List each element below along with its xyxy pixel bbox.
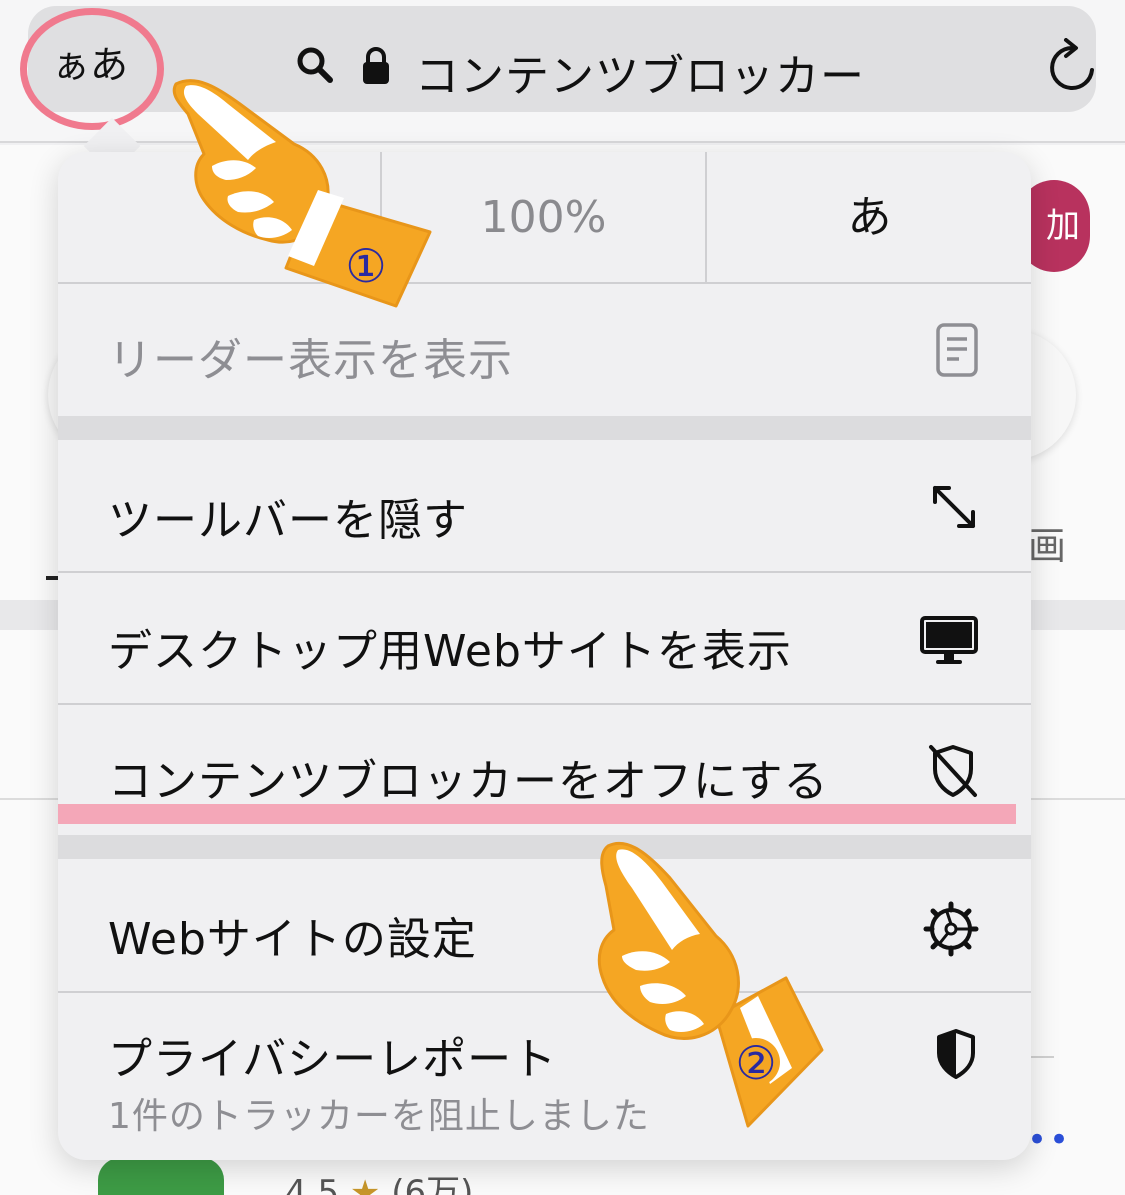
menu-item-privacy-report[interactable]: プライバシーレポート 1件のトラッカーを阻止しました	[58, 993, 1031, 1160]
star-icon: ★	[349, 1173, 381, 1195]
page-side-text: 画	[1028, 524, 1067, 568]
avatar-text: 加彦	[1046, 206, 1080, 246]
highlight-underline	[58, 804, 1016, 824]
step-1-label: ①	[345, 239, 386, 293]
menu-item-hide-toolbar[interactable]: ツールバーを隠す	[58, 440, 1031, 570]
shield-slash-icon	[927, 743, 979, 803]
address-title: コンテンツブロッカー	[415, 51, 865, 102]
app-rating: 4.5 ★ (6万)	[285, 1165, 473, 1195]
menu-group-gap	[58, 416, 1031, 440]
document-icon	[935, 322, 979, 382]
gear-icon	[923, 901, 979, 961]
menu-item-label: ツールバーを隠す	[108, 495, 468, 546]
app-icon	[98, 1158, 224, 1195]
page-rule	[1030, 1056, 1054, 1058]
menu-item-label: デスクトップ用Webサイトを表示	[108, 626, 792, 677]
pointing-hand-icon: ①	[168, 70, 438, 314]
menu-item-label: リーダー表示を表示	[108, 335, 513, 386]
rating-count: (6万)	[391, 1173, 474, 1195]
highlight-circle	[20, 8, 164, 130]
step-2-label: ②	[735, 1036, 776, 1090]
menu-item-label: プライバシーレポート	[108, 1034, 558, 1085]
menu-item-label: Webサイトの設定	[108, 914, 477, 965]
desktop-icon	[919, 615, 979, 671]
more-dots-icon[interactable]: ••	[1027, 1120, 1071, 1160]
menu-item-desktop-site[interactable]: デスクトップ用Webサイトを表示	[58, 573, 1031, 703]
font-larger-button[interactable]: あ	[707, 152, 1031, 284]
menu-group-gap	[58, 835, 1031, 859]
menu-item-sublabel: 1件のトラッカーを阻止しました	[108, 1096, 650, 1137]
menu-item-label: コンテンツブロッカーをオフにする	[108, 756, 829, 807]
expand-arrows-icon	[929, 482, 979, 536]
pointing-hand-icon: ②	[596, 836, 828, 1140]
menu-item-website-settings[interactable]: Webサイトの設定	[58, 859, 1031, 991]
font-larger-label: あ	[847, 192, 892, 243]
page-dash	[46, 576, 58, 580]
rating-value: 4.5	[285, 1173, 340, 1195]
half-shield-icon	[933, 1027, 979, 1085]
reload-icon[interactable]	[1048, 38, 1098, 98]
